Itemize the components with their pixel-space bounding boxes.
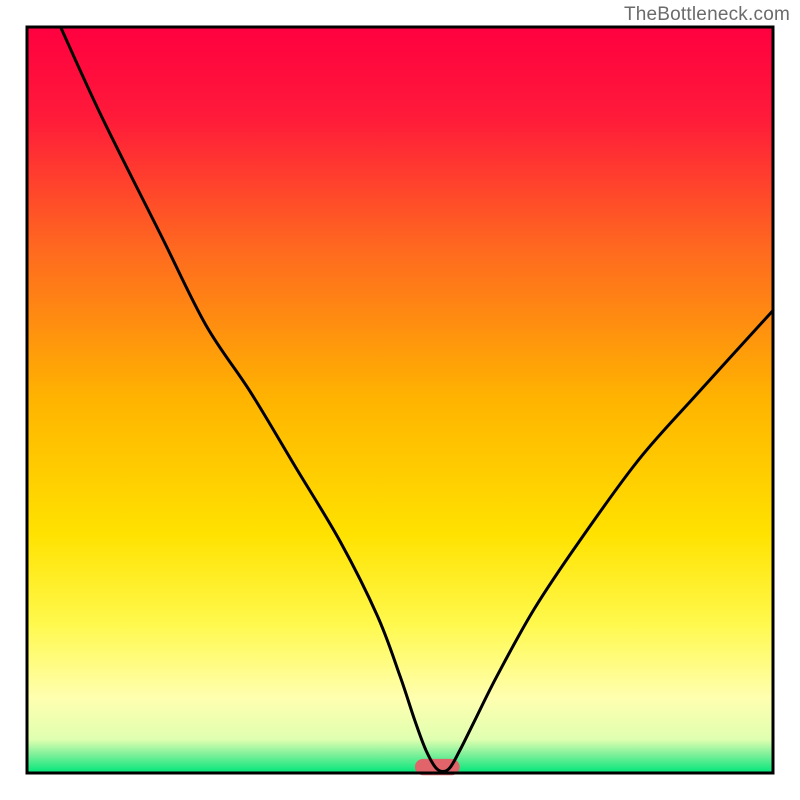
plot-area [27, 27, 773, 775]
chart-container: TheBottleneck.com [0, 0, 800, 800]
chart-background [27, 27, 773, 773]
bottleneck-chart [0, 0, 800, 800]
watermark-text: TheBottleneck.com [624, 4, 790, 26]
